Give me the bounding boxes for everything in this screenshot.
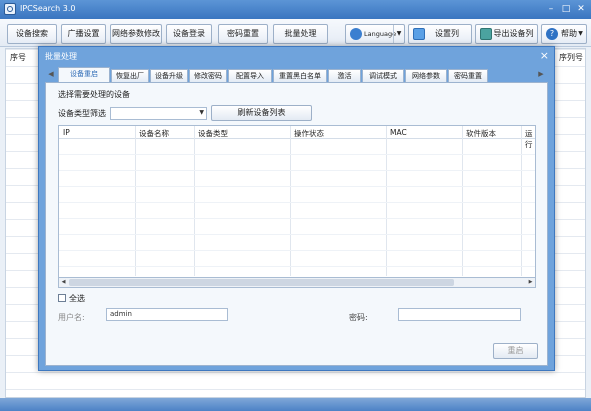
tab-strip: ◀ 设备重启 恢复出厂 设备升级 修改密码 配置导入 重置黑白名单 激活 调试模… bbox=[45, 67, 548, 82]
scrollbar-thumb[interactable] bbox=[69, 279, 454, 286]
main-toolbar: 设备搜索 广播设置 网络参数修改 设备登录 密码重置 批量处理 Language… bbox=[0, 19, 591, 56]
close-dialog-icon[interactable]: × bbox=[540, 49, 549, 62]
tab-device-upgrade[interactable]: 设备升级 bbox=[150, 69, 188, 82]
username-input[interactable]: admin bbox=[106, 308, 228, 321]
help-icon: ? bbox=[546, 28, 558, 40]
device-search-button[interactable]: 设备搜索 bbox=[7, 24, 57, 44]
tab-scroll-left-icon[interactable]: ◀ bbox=[47, 70, 55, 80]
set-columns-button[interactable]: 设置列 bbox=[408, 24, 472, 44]
tab-device-restart[interactable]: 设备重启 bbox=[58, 67, 110, 82]
close-window-icon[interactable]: ✕ bbox=[575, 3, 587, 15]
minimize-icon[interactable]: – bbox=[545, 3, 557, 15]
batch-process-dialog: 批量处理 × ◀ 设备重启 恢复出厂 设备升级 修改密码 配置导入 重置黑白名单… bbox=[38, 46, 555, 371]
broadcast-settings-button[interactable]: 广播设置 bbox=[61, 24, 106, 44]
maximize-icon[interactable]: □ bbox=[560, 3, 572, 15]
dialog-title: 批量处理 bbox=[45, 52, 77, 61]
username-label: 用户名: bbox=[58, 313, 85, 322]
column-header-mac[interactable]: MAC bbox=[390, 128, 407, 137]
export-icon bbox=[480, 28, 492, 40]
password-label: 密码: bbox=[349, 313, 368, 322]
device-type-filter-select[interactable]: ▼ bbox=[110, 107, 207, 120]
help-dropdown[interactable]: ? 帮助 ▼ bbox=[541, 24, 587, 44]
restart-panel: 选择需要处理的设备 设备类型筛选 ▼ 刷新设备列表 IP 设备名称 设备类型 操… bbox=[45, 82, 548, 366]
language-label: Language bbox=[364, 30, 397, 38]
section-title: 选择需要处理的设备 bbox=[58, 90, 130, 99]
window-title: IPCSearch 3.0 bbox=[20, 4, 76, 13]
tab-reset-blacklist[interactable]: 重置黑白名单 bbox=[273, 69, 327, 82]
tab-debug-mode[interactable]: 调试模式 bbox=[362, 69, 404, 82]
chevron-down-icon: ▼ bbox=[199, 109, 204, 116]
tab-activate[interactable]: 激活 bbox=[328, 69, 361, 82]
globe-icon bbox=[350, 28, 362, 40]
serial-number-header: 序列号 bbox=[559, 53, 583, 62]
restart-button[interactable]: 重启 bbox=[493, 343, 538, 359]
column-header-device-name[interactable]: 设备名称 bbox=[139, 128, 169, 139]
tab-network-params[interactable]: 网络参数 bbox=[405, 69, 447, 82]
tab-change-password[interactable]: 修改密码 bbox=[189, 69, 227, 82]
language-dropdown[interactable]: Language ▼ bbox=[345, 24, 405, 44]
horizontal-scrollbar[interactable]: ◀ ▶ bbox=[58, 277, 536, 288]
select-all-checkbox[interactable] bbox=[58, 294, 66, 302]
password-reset-button[interactable]: 密码重置 bbox=[218, 24, 268, 44]
chevron-down-icon: ▼ bbox=[393, 25, 404, 43]
device-login-button[interactable]: 设备登录 bbox=[166, 24, 212, 44]
batch-process-button[interactable]: 批量处理 bbox=[273, 24, 328, 44]
set-columns-label: 设置列 bbox=[435, 29, 459, 38]
filter-label: 设备类型筛选 bbox=[58, 109, 106, 118]
scroll-right-icon[interactable]: ▶ bbox=[526, 278, 535, 287]
tab-scroll-right-icon[interactable]: ▶ bbox=[537, 70, 545, 80]
window-title-bar: IPCSearch 3.0 – □ ✕ bbox=[0, 0, 591, 19]
password-input[interactable] bbox=[398, 308, 521, 321]
device-select-table: IP 设备名称 设备类型 操作状态 MAC 软件版本 运行 bbox=[58, 125, 536, 288]
columns-icon bbox=[413, 28, 425, 40]
network-params-button[interactable]: 网络参数修改 bbox=[110, 24, 162, 44]
tab-password-reset[interactable]: 密码重置 bbox=[448, 69, 488, 82]
export-device-list-button[interactable]: 导出设备列表 bbox=[475, 24, 538, 56]
tab-factory-reset[interactable]: 恢复出厂 bbox=[111, 69, 149, 82]
chevron-down-icon: ▼ bbox=[578, 30, 583, 37]
status-bar bbox=[0, 398, 591, 411]
serial-index-header: 序号 bbox=[10, 53, 26, 62]
scroll-left-icon[interactable]: ◀ bbox=[59, 278, 68, 287]
app-search-icon bbox=[4, 3, 16, 15]
column-header-running[interactable]: 运行 bbox=[525, 128, 535, 150]
tab-config-import[interactable]: 配置导入 bbox=[228, 69, 272, 82]
refresh-device-list-button[interactable]: 刷新设备列表 bbox=[211, 105, 312, 121]
column-header-device-type[interactable]: 设备类型 bbox=[198, 128, 228, 139]
select-all-label: 全选 bbox=[69, 294, 85, 303]
column-header-operation-status[interactable]: 操作状态 bbox=[294, 128, 324, 139]
column-header-ip[interactable]: IP bbox=[63, 128, 70, 137]
column-header-software-version[interactable]: 软件版本 bbox=[466, 128, 496, 139]
